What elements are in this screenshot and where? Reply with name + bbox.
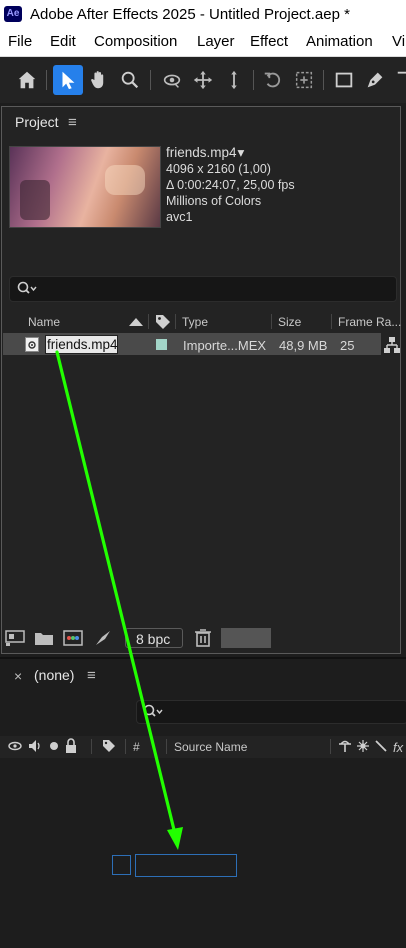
rotation-tool-icon[interactable] (258, 65, 288, 95)
rectangle-tool-icon[interactable] (329, 65, 359, 95)
selection-tool-icon[interactable] (53, 65, 83, 95)
item-frame-rate: 25 (340, 338, 355, 353)
project-panel-tab[interactable]: Project (15, 114, 59, 130)
column-source-name[interactable]: Source Name (174, 740, 247, 754)
item-size: 48,9 MB (279, 338, 328, 353)
menu-effect[interactable]: Effect (250, 33, 288, 50)
selection-box (135, 854, 237, 877)
preview-filename-text: friends.mp4 (166, 145, 237, 160)
preview-filename[interactable]: friends.mp4▾ (166, 145, 244, 161)
project-search-input[interactable] (9, 276, 397, 302)
thumbnail-light (105, 165, 145, 195)
tools-toolbar (0, 57, 406, 103)
shy-icon[interactable] (338, 738, 352, 754)
sort-ascending-icon[interactable] (128, 317, 144, 327)
footage-file-icon (25, 337, 39, 352)
selection-box (112, 855, 131, 875)
timeline-search-input[interactable] (136, 700, 406, 724)
flowchart-icon[interactable] (383, 336, 401, 354)
lock-icon[interactable] (64, 738, 78, 754)
video-visibility-icon[interactable] (8, 738, 22, 754)
pen-tool-icon[interactable] (360, 65, 390, 95)
interpret-footage-icon[interactable] (4, 628, 26, 648)
menu-view[interactable]: Vi (392, 33, 405, 50)
label-tag-icon[interactable] (102, 738, 116, 754)
close-icon[interactable]: × (14, 668, 22, 684)
menu-layer[interactable]: Layer (197, 33, 235, 50)
preview-colors: Millions of Colors (166, 194, 262, 208)
menu-animation[interactable]: Animation (306, 33, 373, 50)
trash-icon[interactable] (192, 628, 214, 648)
panel-menu-icon[interactable]: ≡ (68, 114, 77, 131)
column-type[interactable]: Type (182, 315, 208, 329)
audio-icon[interactable] (28, 738, 42, 754)
hand-tool-icon[interactable] (84, 65, 114, 95)
collapse-transform-icon[interactable] (356, 738, 370, 754)
item-name[interactable]: friends.mp4 (47, 337, 118, 352)
zoom-tool-icon[interactable] (115, 65, 145, 95)
search-icon (17, 281, 37, 294)
solo-icon[interactable] (47, 738, 61, 754)
search-icon (143, 704, 163, 717)
pan-behind-icon[interactable] (289, 65, 319, 95)
new-composition-icon[interactable] (62, 628, 84, 648)
effects-fx-icon[interactable]: fx (393, 740, 403, 755)
thumbnail-figure (20, 180, 50, 220)
menu-composition[interactable]: Composition (94, 33, 177, 50)
timeline-tab[interactable]: (none) (34, 667, 74, 683)
menu-edit[interactable]: Edit (50, 33, 76, 50)
column-number[interactable]: # (133, 740, 140, 754)
item-label-swatch[interactable] (156, 339, 167, 350)
label-tag-icon[interactable] (155, 314, 171, 330)
menu-file[interactable]: File (8, 33, 32, 50)
chevron-down-icon[interactable]: ▾ (238, 145, 245, 160)
pan-camera-icon[interactable] (188, 65, 218, 95)
item-type: Importe...MEX (183, 338, 267, 353)
bit-depth-label: 8 bpc (136, 631, 171, 647)
adjust-project-icon[interactable] (92, 628, 114, 648)
after-effects-logo: Ae (4, 6, 22, 22)
home-icon[interactable] (12, 65, 42, 95)
window-title: Adobe After Effects 2025 - Untitled Proj… (30, 6, 350, 23)
new-folder-icon[interactable] (33, 628, 55, 648)
menu-bar: File Edit Composition Layer Effect Anima… (0, 30, 406, 57)
more-tools-icon[interactable] (391, 65, 406, 95)
column-name[interactable]: Name (28, 315, 60, 329)
column-size[interactable]: Size (278, 315, 301, 329)
panel-menu-icon[interactable]: ≡ (87, 667, 96, 684)
quality-icon[interactable] (374, 738, 388, 754)
preview-codec: avc1 (166, 210, 193, 224)
thumbnail-slot (221, 628, 271, 648)
dolly-camera-icon[interactable] (219, 65, 249, 95)
column-frame-rate[interactable]: Frame Ra... (338, 315, 401, 329)
orbit-camera-icon[interactable] (157, 65, 187, 95)
preview-resolution: 4096 x 2160 (1,00) (166, 162, 271, 176)
preview-duration: Δ 0:00:24:07, 25,00 fps (166, 178, 295, 192)
